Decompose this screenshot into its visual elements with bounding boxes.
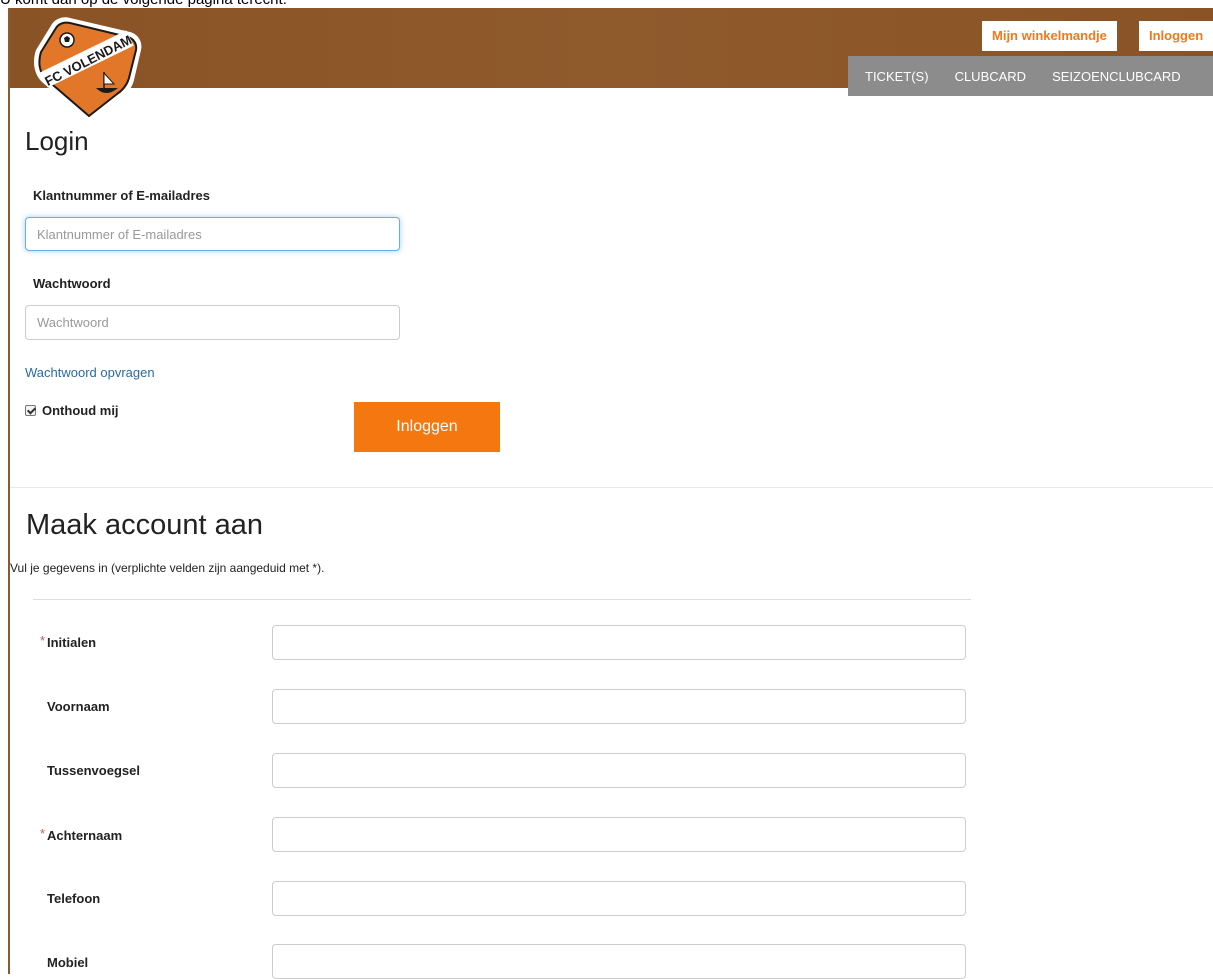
initialen-input[interactable] xyxy=(272,625,966,660)
telefoon-label: Telefoon xyxy=(47,891,100,906)
main-nav: TICKET(S) CLUBCARD SEIZOENCLUBCARD xyxy=(848,56,1213,96)
register-divider xyxy=(33,599,971,600)
required-marker: * xyxy=(40,826,45,841)
login-title: Login xyxy=(25,126,89,157)
remember-label: Onthoud mij xyxy=(42,403,119,418)
password-label: Wachtwoord xyxy=(33,276,111,291)
initialen-label: *Initialen xyxy=(47,635,96,650)
left-border xyxy=(8,8,10,974)
achternaam-input[interactable] xyxy=(272,817,966,852)
nav-item-clubcard[interactable]: CLUBCARD xyxy=(955,69,1027,84)
tussenvoegsel-input[interactable] xyxy=(272,753,966,788)
required-marker: * xyxy=(40,633,45,648)
fc-volendam-logo[interactable]: FC VOLENDAM xyxy=(30,10,148,126)
register-subtitle: Vul je gegevens in (verplichte velden zi… xyxy=(10,561,324,575)
voornaam-input[interactable] xyxy=(272,689,966,724)
username-input[interactable] xyxy=(25,217,400,251)
tussenvoegsel-label: Tussenvoegsel xyxy=(47,763,140,778)
cart-button[interactable]: Mijn winkelmandje xyxy=(982,21,1117,51)
login-submit-button[interactable]: Inloggen xyxy=(354,402,500,452)
nav-item-seizoenclubcard[interactable]: SEIZOENCLUBCARD xyxy=(1052,69,1181,84)
register-title: Maak account aan xyxy=(26,509,263,542)
achternaam-label: *Achternaam xyxy=(47,828,122,843)
header-login-button[interactable]: Inloggen xyxy=(1139,21,1213,51)
remember-me[interactable]: Onthoud mij xyxy=(25,403,119,418)
nav-item-tickets[interactable]: TICKET(S) xyxy=(865,69,929,84)
telefoon-input[interactable] xyxy=(272,881,966,916)
remember-checkbox[interactable] xyxy=(25,405,36,416)
mobiel-label: Mobiel xyxy=(47,955,88,970)
username-label: Klantnummer of E-mailadres xyxy=(33,188,210,203)
voornaam-label: Voornaam xyxy=(47,699,110,714)
forgot-password-link[interactable]: Wachtwoord opvragen xyxy=(25,365,155,380)
site-header: Mijn winkelmandje Inloggen TICKET(S) CLU… xyxy=(10,8,1213,88)
password-input[interactable] xyxy=(25,305,400,340)
section-divider xyxy=(10,487,1213,488)
page-caption: U komt dan op de volgende pagina terecht… xyxy=(0,0,287,8)
